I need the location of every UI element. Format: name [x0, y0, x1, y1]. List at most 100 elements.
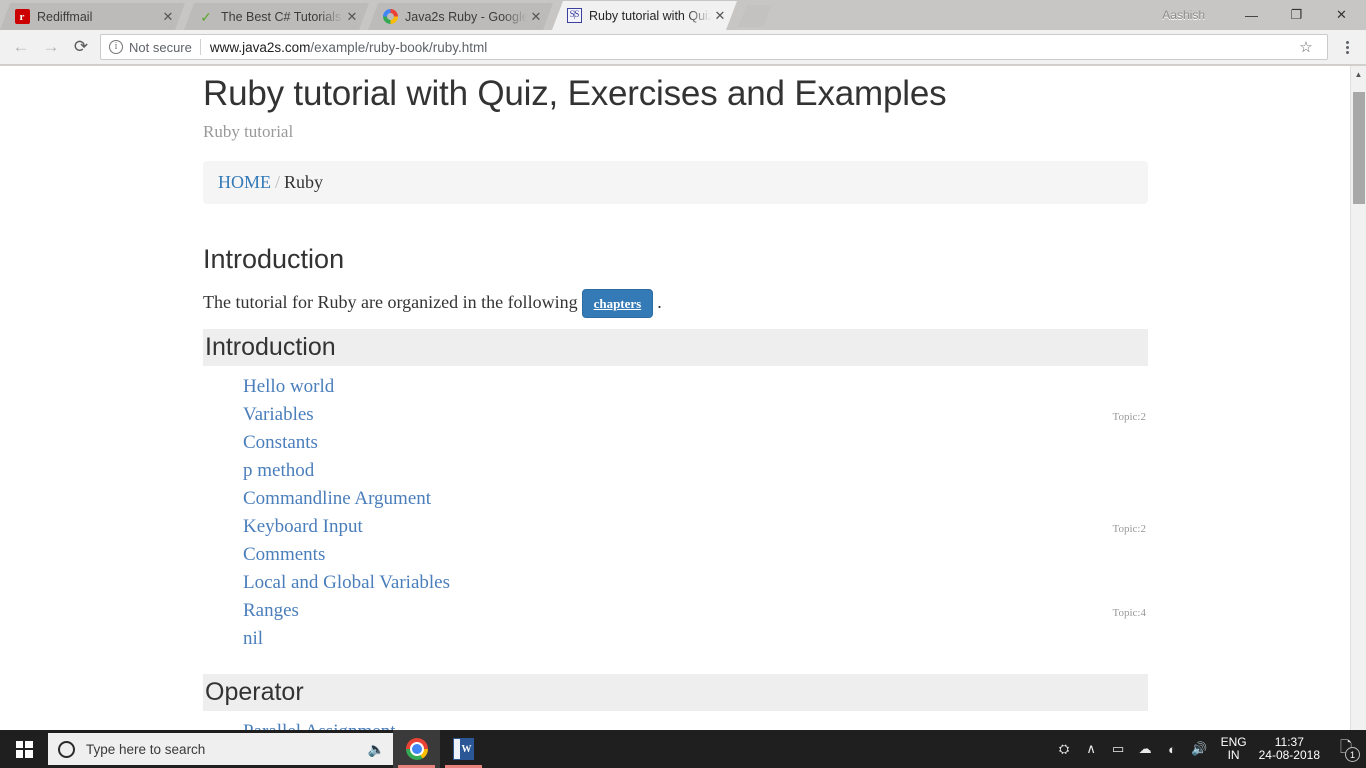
breadcrumb-current: Ruby	[284, 171, 324, 192]
bookmark-star-icon[interactable]: ☆	[1293, 34, 1319, 60]
maximize-button[interactable]: ❐	[1274, 0, 1319, 30]
browser-toolbar: ← → ⟳ i Not secure www.java2s.com /examp…	[0, 30, 1366, 65]
topic-link[interactable]: Comments	[243, 544, 325, 566]
topic-link[interactable]: p method	[243, 460, 314, 482]
wifi-icon[interactable]: ◐	[1159, 730, 1186, 768]
topic-link[interactable]: Ranges	[243, 600, 299, 622]
list-item[interactable]: Variables Topic:2	[203, 404, 1148, 432]
topic-link[interactable]: Local and Global Variables	[243, 572, 450, 594]
tab-title: The Best C# Tutorials for	[221, 9, 342, 24]
profile-name[interactable]: Aashish	[1162, 8, 1205, 22]
taskbar-app-chrome[interactable]	[393, 730, 440, 768]
rediffmail-icon: r	[14, 9, 30, 25]
group-topic-list: Hello world Variables Topic:2 Constants p…	[203, 376, 1148, 656]
page-subtitle: Ruby tutorial	[203, 121, 294, 141]
topic-link[interactable]: Commandline Argument	[243, 488, 431, 510]
topic-link[interactable]: Keyboard Input	[243, 516, 363, 538]
topic-count: Topic:2	[1112, 522, 1146, 535]
browser-tab-google-search[interactable]: Java2s Ruby - Google Sea ✕	[368, 3, 553, 30]
intro-text-before: The tutorial for Ruby are organized in t…	[203, 292, 578, 313]
language-line1: ENG	[1220, 735, 1247, 749]
clock[interactable]: 11:37 24-08-2018	[1259, 736, 1320, 762]
topic-count: Topic:4	[1112, 606, 1146, 619]
forward-icon[interactable]: →	[36, 32, 66, 62]
page-scrollbar[interactable]: ▲	[1350, 66, 1366, 730]
close-icon[interactable]: ✕	[711, 7, 729, 25]
browser-tab-csharp-tutorials[interactable]: ✓ The Best C# Tutorials for ✕	[184, 3, 369, 30]
language-indicator[interactable]: ENG IN	[1221, 736, 1247, 762]
chapter-group: Operator Parallel Assignment Boolean Ope…	[203, 673, 1148, 730]
topic-link[interactable]: nil	[243, 628, 263, 650]
divider	[199, 39, 201, 55]
tab-title: Java2s Ruby - Google Sea	[405, 9, 527, 24]
windows-logo-icon	[15, 740, 33, 758]
breadcrumb-home-link[interactable]: HOME	[218, 172, 271, 192]
list-item[interactable]: Constants	[203, 432, 1148, 460]
group-topic-list: Parallel Assignment Boolean OperatorsTop…	[203, 721, 1148, 730]
browser-tab-ruby-tutorial[interactable]: S|S Ruby tutorial with Quiz, E ✕	[552, 1, 737, 30]
tab-strip: r Rediffmail ✕ ✓ The Best C# Tutorials f…	[0, 0, 1366, 30]
back-icon[interactable]: ←	[6, 32, 36, 62]
chevron-up-icon[interactable]: ∧	[1078, 730, 1105, 768]
topic-link[interactable]: Hello world	[243, 376, 334, 398]
tab-title: Rediffmail	[37, 9, 93, 24]
word-icon: W	[453, 738, 474, 760]
list-item[interactable]: Local and Global Variables	[203, 572, 1148, 600]
list-item[interactable]: Comments	[203, 544, 1148, 572]
language-line2: IN	[1227, 748, 1240, 762]
search-placeholder: Type here to search	[86, 741, 206, 757]
list-item[interactable]: p method	[203, 460, 1148, 488]
battery-icon[interactable]: ▭	[1105, 730, 1132, 768]
breadcrumb: HOME / Ruby	[203, 160, 1148, 204]
browser-tab-rediffmail[interactable]: r Rediffmail ✕	[0, 3, 185, 30]
java2s-icon: S|S	[566, 8, 582, 24]
topic-link[interactable]: Parallel Assignment	[243, 721, 396, 730]
web-page: Ruby tutorial with Quiz, Exercises and E…	[0, 66, 1350, 730]
volume-icon[interactable]: 🔊	[1186, 730, 1213, 768]
scrollbar-thumb[interactable]	[1353, 92, 1365, 204]
cortana-icon[interactable]	[58, 740, 75, 758]
chrome-menu-icon[interactable]	[1334, 32, 1360, 62]
topic-count: Topic:2	[1112, 410, 1146, 423]
system-tray: ⛭ ∧ ▭ ☁ ◐ 🔊 ENG IN 11:37 24-08-2018 🗋 1	[1051, 730, 1366, 768]
close-icon[interactable]: ✕	[159, 8, 177, 26]
minimize-button[interactable]: —	[1229, 0, 1274, 30]
topic-link[interactable]: Variables	[243, 404, 314, 426]
list-item[interactable]: Commandline Argument	[203, 488, 1148, 516]
windows-taskbar: Type here to search 🔈 W ⛭ ∧ ▭ ☁ ◐ 🔊 ENG …	[0, 730, 1366, 768]
notification-center-button[interactable]: 🗋 1	[1330, 730, 1362, 768]
people-icon[interactable]: ⛭	[1051, 730, 1078, 768]
chrome-browser-window: r Rediffmail ✕ ✓ The Best C# Tutorials f…	[0, 0, 1366, 730]
list-item[interactable]: Ranges Topic:4	[203, 600, 1148, 628]
close-icon[interactable]: ✕	[343, 8, 361, 26]
leaf-icon: ✓	[200, 8, 212, 25]
scroll-up-icon[interactable]: ▲	[1351, 66, 1366, 83]
content-container: Ruby tutorial with Quiz, Exercises and E…	[203, 66, 1148, 730]
group-heading: Operator	[203, 673, 1148, 711]
start-button[interactable]	[0, 730, 48, 768]
taskbar-app-word[interactable]: W	[440, 730, 487, 768]
microphone-icon[interactable]: 🔈	[368, 741, 385, 758]
google-icon	[382, 9, 398, 25]
new-tab-button[interactable]	[738, 5, 772, 27]
info-icon[interactable]: i	[109, 40, 123, 54]
notification-count-badge: 1	[1345, 747, 1360, 762]
chapters-button[interactable]: chapters	[581, 288, 654, 318]
close-icon[interactable]: ✕	[527, 8, 545, 26]
onedrive-icon[interactable]: ☁	[1132, 730, 1159, 768]
list-item[interactable]: Parallel Assignment	[203, 721, 1148, 730]
list-item[interactable]: nil	[203, 628, 1148, 656]
list-item[interactable]: Hello world	[203, 376, 1148, 404]
url-host: www.java2s.com	[209, 39, 311, 55]
topic-link[interactable]: Constants	[243, 432, 318, 454]
security-status-label: Not secure	[129, 39, 192, 55]
list-item[interactable]: Keyboard Input Topic:2	[203, 516, 1148, 544]
page-title: Ruby tutorial with Quiz, Exercises and E…	[203, 74, 947, 113]
intro-text-after: .	[657, 292, 662, 313]
close-window-button[interactable]: ✕	[1319, 0, 1364, 30]
taskbar-search-input[interactable]: Type here to search 🔈	[48, 733, 393, 765]
breadcrumb-separator: /	[275, 171, 281, 192]
page-viewport: Ruby tutorial with Quiz, Exercises and E…	[0, 66, 1366, 730]
reload-icon[interactable]: ⟳	[66, 32, 96, 62]
address-bar[interactable]: i Not secure www.java2s.com /example/rub…	[100, 34, 1328, 60]
